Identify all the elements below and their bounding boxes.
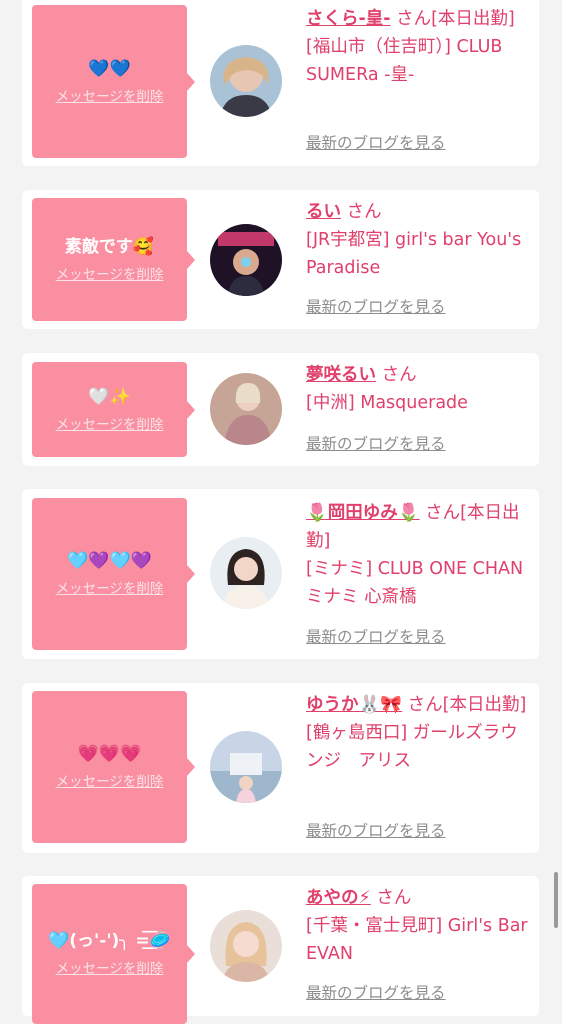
latest-blog-link[interactable]: 最新のブログを見る: [306, 626, 446, 648]
message-bubble: 💙💙 メッセージを削除: [32, 5, 195, 158]
shop-name: [鶴ヶ島西口] ガールズラウンジ アリス: [306, 723, 518, 771]
honorific: さん: [346, 202, 382, 222]
message-card: 💗💗💗 メッセージを削除 ゆうか🐰🎀 さん[本日出勤] [鶴ヶ島西口] ガールズ…: [22, 683, 539, 853]
message-card: 💙💙 メッセージを削除 さくら-皇- さん[本日出勤] [福山市（住吉町）] C…: [22, 0, 539, 166]
message-text: 💗💗💗: [77, 744, 142, 764]
message-card: 素敵です🥰 メッセージを削除 るい さん [JR宇都宮] girl's bar …: [22, 190, 539, 329]
message-bubble: 🩵💜🩵💜 メッセージを削除: [32, 498, 195, 650]
cast-info: あやの⚡ さん [千葉・富士見町] Girl's Bar EVAN: [306, 884, 534, 968]
cast-title-line: 🌷岡田ゆみ🌷 さん[本日出勤]: [306, 499, 534, 555]
message-bubble: 🤍✨ メッセージを削除: [32, 362, 195, 457]
cast-name-link[interactable]: あやの⚡: [306, 888, 371, 908]
delete-message-link[interactable]: メッセージを削除: [56, 87, 164, 107]
avatar[interactable]: [210, 537, 282, 609]
working-today-badge: [本日出勤]: [442, 695, 527, 715]
shop-name: [福山市（住吉町）] CLUB SUMERa -皇-: [306, 37, 503, 85]
cast-info: 🌷岡田ゆみ🌷 さん[本日出勤] [ミナミ] CLUB ONE CHAN ミナミ …: [306, 499, 534, 611]
avatar[interactable]: [210, 224, 282, 296]
delete-message-link[interactable]: メッセージを削除: [56, 415, 164, 435]
cast-name-link[interactable]: ゆうか🐰🎀: [306, 695, 402, 715]
latest-blog-link[interactable]: 最新のブログを見る: [306, 296, 446, 318]
cast-title-line: ゆうか🐰🎀 さん[本日出勤]: [306, 691, 534, 719]
message-card: 🤍✨ メッセージを削除 夢咲るい さん [中洲] Masquerade 最新のブ…: [22, 353, 539, 466]
honorific: さん: [425, 503, 461, 523]
cast-info: るい さん [JR宇都宮] girl's bar You's Paradise: [306, 198, 534, 282]
latest-blog-link[interactable]: 最新のブログを見る: [306, 433, 446, 455]
cast-title-line: るい さん: [306, 198, 534, 226]
message-text: 🩵💜🩵💜: [67, 551, 152, 571]
message-text: 素敵です🥰: [64, 236, 155, 257]
shop-name: [ミナミ] CLUB ONE CHAN ミナミ 心斎橋: [306, 559, 524, 607]
cast-name-link[interactable]: さくら-皇-: [306, 9, 391, 29]
latest-blog-link[interactable]: 最新のブログを見る: [306, 820, 446, 842]
message-bubble: 素敵です🥰 メッセージを削除: [32, 198, 195, 321]
message-text: 💙💙: [88, 58, 131, 79]
cast-name-link[interactable]: 夢咲るい: [306, 365, 376, 385]
cast-info: 夢咲るい さん [中洲] Masquerade: [306, 361, 534, 417]
cast-info: ゆうか🐰🎀 さん[本日出勤] [鶴ヶ島西口] ガールズラウンジ アリス: [306, 691, 534, 775]
latest-blog-link[interactable]: 最新のブログを見る: [306, 982, 446, 1004]
honorific: さん: [396, 9, 432, 29]
cast-name-link[interactable]: 🌷岡田ゆみ🌷: [306, 503, 420, 523]
message-card: 🩵💜🩵💜 メッセージを削除 🌷岡田ゆみ🌷 さん[本日出勤] [ミナミ] CLUB…: [22, 489, 539, 659]
cast-title-line: あやの⚡ さん: [306, 884, 534, 912]
shop-name: [中洲] Masquerade: [306, 393, 468, 413]
cast-name-link[interactable]: るい: [306, 202, 341, 222]
honorific: さん: [407, 695, 443, 715]
avatar[interactable]: [210, 45, 282, 117]
honorific: さん: [376, 888, 412, 908]
message-text: 🩵(っ'-')╮ =͟͟͞͞🥏: [48, 931, 171, 951]
delete-message-link[interactable]: メッセージを削除: [56, 579, 164, 599]
cast-title-line: 夢咲るい さん: [306, 361, 534, 389]
message-bubble: 💗💗💗 メッセージを削除: [32, 691, 195, 843]
message-bubble: 🩵(っ'-')╮ =͟͟͞͞🥏 メッセージを削除: [32, 884, 195, 1024]
message-card: 🩵(っ'-')╮ =͟͟͞͞🥏 メッセージを削除 あやの⚡ さん [千葉・富士見…: [22, 876, 539, 1024]
avatar[interactable]: [210, 373, 282, 445]
shop-name: [千葉・富士見町] Girl's Bar EVAN: [306, 916, 528, 964]
avatar[interactable]: [210, 731, 282, 803]
avatar[interactable]: [210, 910, 282, 982]
cast-info: さくら-皇- さん[本日出勤] [福山市（住吉町）] CLUB SUMERa -…: [306, 5, 534, 89]
message-text: 🤍✨: [88, 386, 131, 407]
honorific: さん: [381, 365, 417, 385]
delete-message-link[interactable]: メッセージを削除: [56, 959, 164, 979]
cast-title-line: さくら-皇- さん[本日出勤]: [306, 5, 534, 33]
delete-message-link[interactable]: メッセージを削除: [56, 265, 164, 285]
delete-message-link[interactable]: メッセージを削除: [56, 772, 164, 792]
latest-blog-link[interactable]: 最新のブログを見る: [306, 132, 446, 154]
scrollbar[interactable]: [554, 872, 558, 928]
working-today-badge: [本日出勤]: [431, 9, 515, 29]
shop-name: [JR宇都宮] girl's bar You's Paradise: [306, 230, 522, 278]
